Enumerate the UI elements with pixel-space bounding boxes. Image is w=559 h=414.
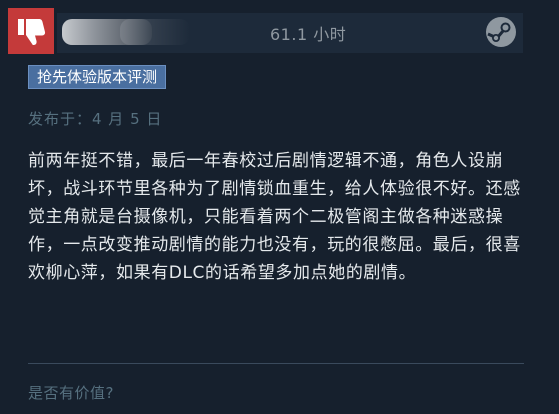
early-access-badge: 抢先体验版本评测 [28, 65, 167, 89]
author-name-blur-trail [120, 19, 190, 45]
hours-played: 61.1 小时 [270, 25, 347, 44]
posted-date: 发布于：4 月 5 日 [28, 110, 163, 128]
thumbs-down-icon [18, 19, 46, 45]
helpful-prompt: 是否有价值? [28, 384, 114, 402]
not-recommended-indicator [8, 8, 54, 54]
divider [28, 363, 524, 364]
review-card: 61.1 小时 抢先体验版本评测 发布于：4 月 5 日 前两年挺不错，最后一年… [0, 0, 559, 414]
review-header: 61.1 小时 [0, 0, 559, 58]
steam-icon [486, 17, 516, 47]
review-text: 前两年挺不错，最后一年春校过后剧情逻辑不通，角色人设崩坏，战斗环节里各种为了剧情… [28, 151, 521, 283]
